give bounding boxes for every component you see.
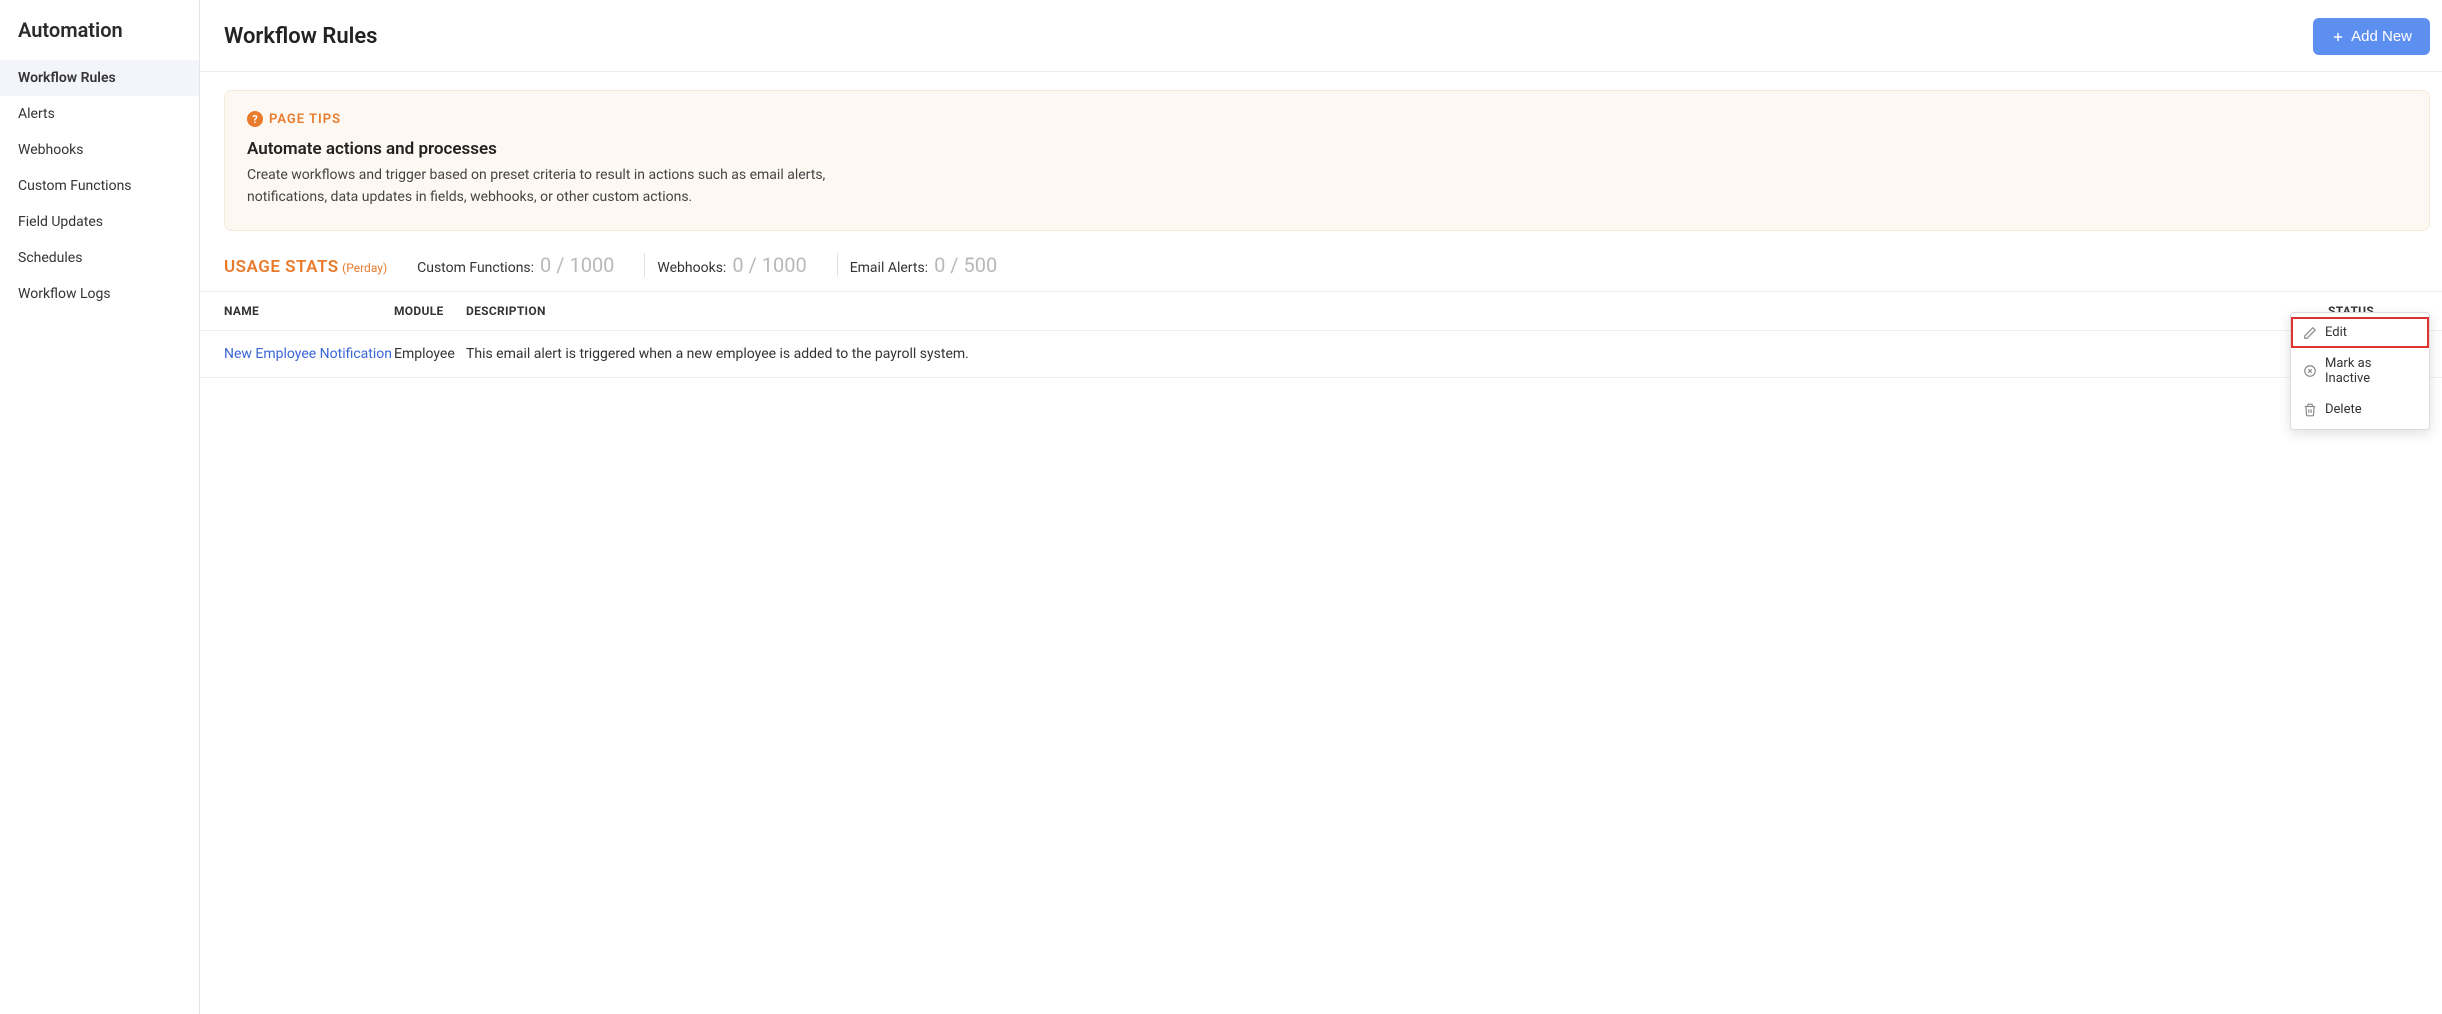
- dropdown-delete[interactable]: Delete: [2291, 394, 2429, 425]
- stat-webhooks-value: 0 / 1000: [732, 253, 806, 277]
- row-module: Employee: [394, 346, 466, 362]
- col-header-module: MODULE: [394, 304, 466, 318]
- page-title: Workflow Rules: [224, 24, 378, 49]
- circle-x-icon: [2303, 364, 2317, 378]
- sidebar-title: Automation: [0, 18, 199, 60]
- stat-custom-functions-label: Custom Functions:: [417, 260, 534, 276]
- sidebar-item-workflow-rules[interactable]: Workflow Rules: [0, 60, 199, 96]
- tips-description: Create workflows and trigger based on pr…: [247, 165, 867, 208]
- sidebar-item-alerts[interactable]: Alerts: [0, 96, 199, 132]
- row-description: This email alert is triggered when a new…: [466, 346, 2328, 362]
- col-header-description: DESCRIPTION: [466, 304, 2328, 318]
- dropdown-edit[interactable]: Edit: [2291, 317, 2429, 348]
- stat-webhooks-label: Webhooks:: [657, 260, 726, 276]
- stat-email-alerts-value: 0 / 500: [934, 253, 997, 277]
- sidebar-item-workflow-logs[interactable]: Workflow Logs: [0, 276, 199, 312]
- usage-stats-bar: USAGE STATS (Perday) Custom Functions: 0…: [200, 231, 2442, 292]
- main-content: Workflow Rules Add New ? PAGE TIPS Autom…: [200, 0, 2442, 1014]
- col-header-name: NAME: [224, 304, 394, 318]
- row-actions-dropdown: Edit Mark as Inactive Delete: [2290, 312, 2430, 430]
- row-name-link[interactable]: New Employee Notification: [224, 346, 394, 362]
- sidebar: Automation Workflow Rules Alerts Webhook…: [0, 0, 200, 1014]
- sidebar-item-schedules[interactable]: Schedules: [0, 240, 199, 276]
- tips-title: Automate actions and processes: [247, 139, 2407, 159]
- plus-icon: [2331, 30, 2345, 44]
- stat-email-alerts-label: Email Alerts:: [850, 260, 928, 276]
- dropdown-delete-label: Delete: [2325, 402, 2362, 417]
- page-header: Workflow Rules Add New: [200, 0, 2442, 72]
- usage-stats-per: (Perday): [342, 261, 387, 275]
- table-row: New Employee Notification Employee This …: [200, 331, 2442, 378]
- pencil-icon: [2303, 326, 2317, 340]
- sidebar-item-custom-functions[interactable]: Custom Functions: [0, 168, 199, 204]
- add-new-button[interactable]: Add New: [2313, 18, 2430, 55]
- table-header-row: NAME MODULE DESCRIPTION STATUS: [200, 292, 2442, 331]
- stat-custom-functions-value: 0 / 1000: [540, 253, 614, 277]
- dropdown-mark-inactive[interactable]: Mark as Inactive: [2291, 348, 2429, 394]
- sidebar-item-webhooks[interactable]: Webhooks: [0, 132, 199, 168]
- tips-label: PAGE TIPS: [269, 112, 341, 127]
- sidebar-item-field-updates[interactable]: Field Updates: [0, 204, 199, 240]
- trash-icon: [2303, 403, 2317, 417]
- page-tips-panel: ? PAGE TIPS Automate actions and process…: [224, 90, 2430, 231]
- add-new-label: Add New: [2351, 28, 2412, 45]
- usage-stats-title: USAGE STATS: [224, 257, 339, 277]
- question-icon: ?: [247, 111, 263, 127]
- dropdown-edit-label: Edit: [2325, 325, 2347, 340]
- dropdown-inactive-label: Mark as Inactive: [2325, 356, 2417, 386]
